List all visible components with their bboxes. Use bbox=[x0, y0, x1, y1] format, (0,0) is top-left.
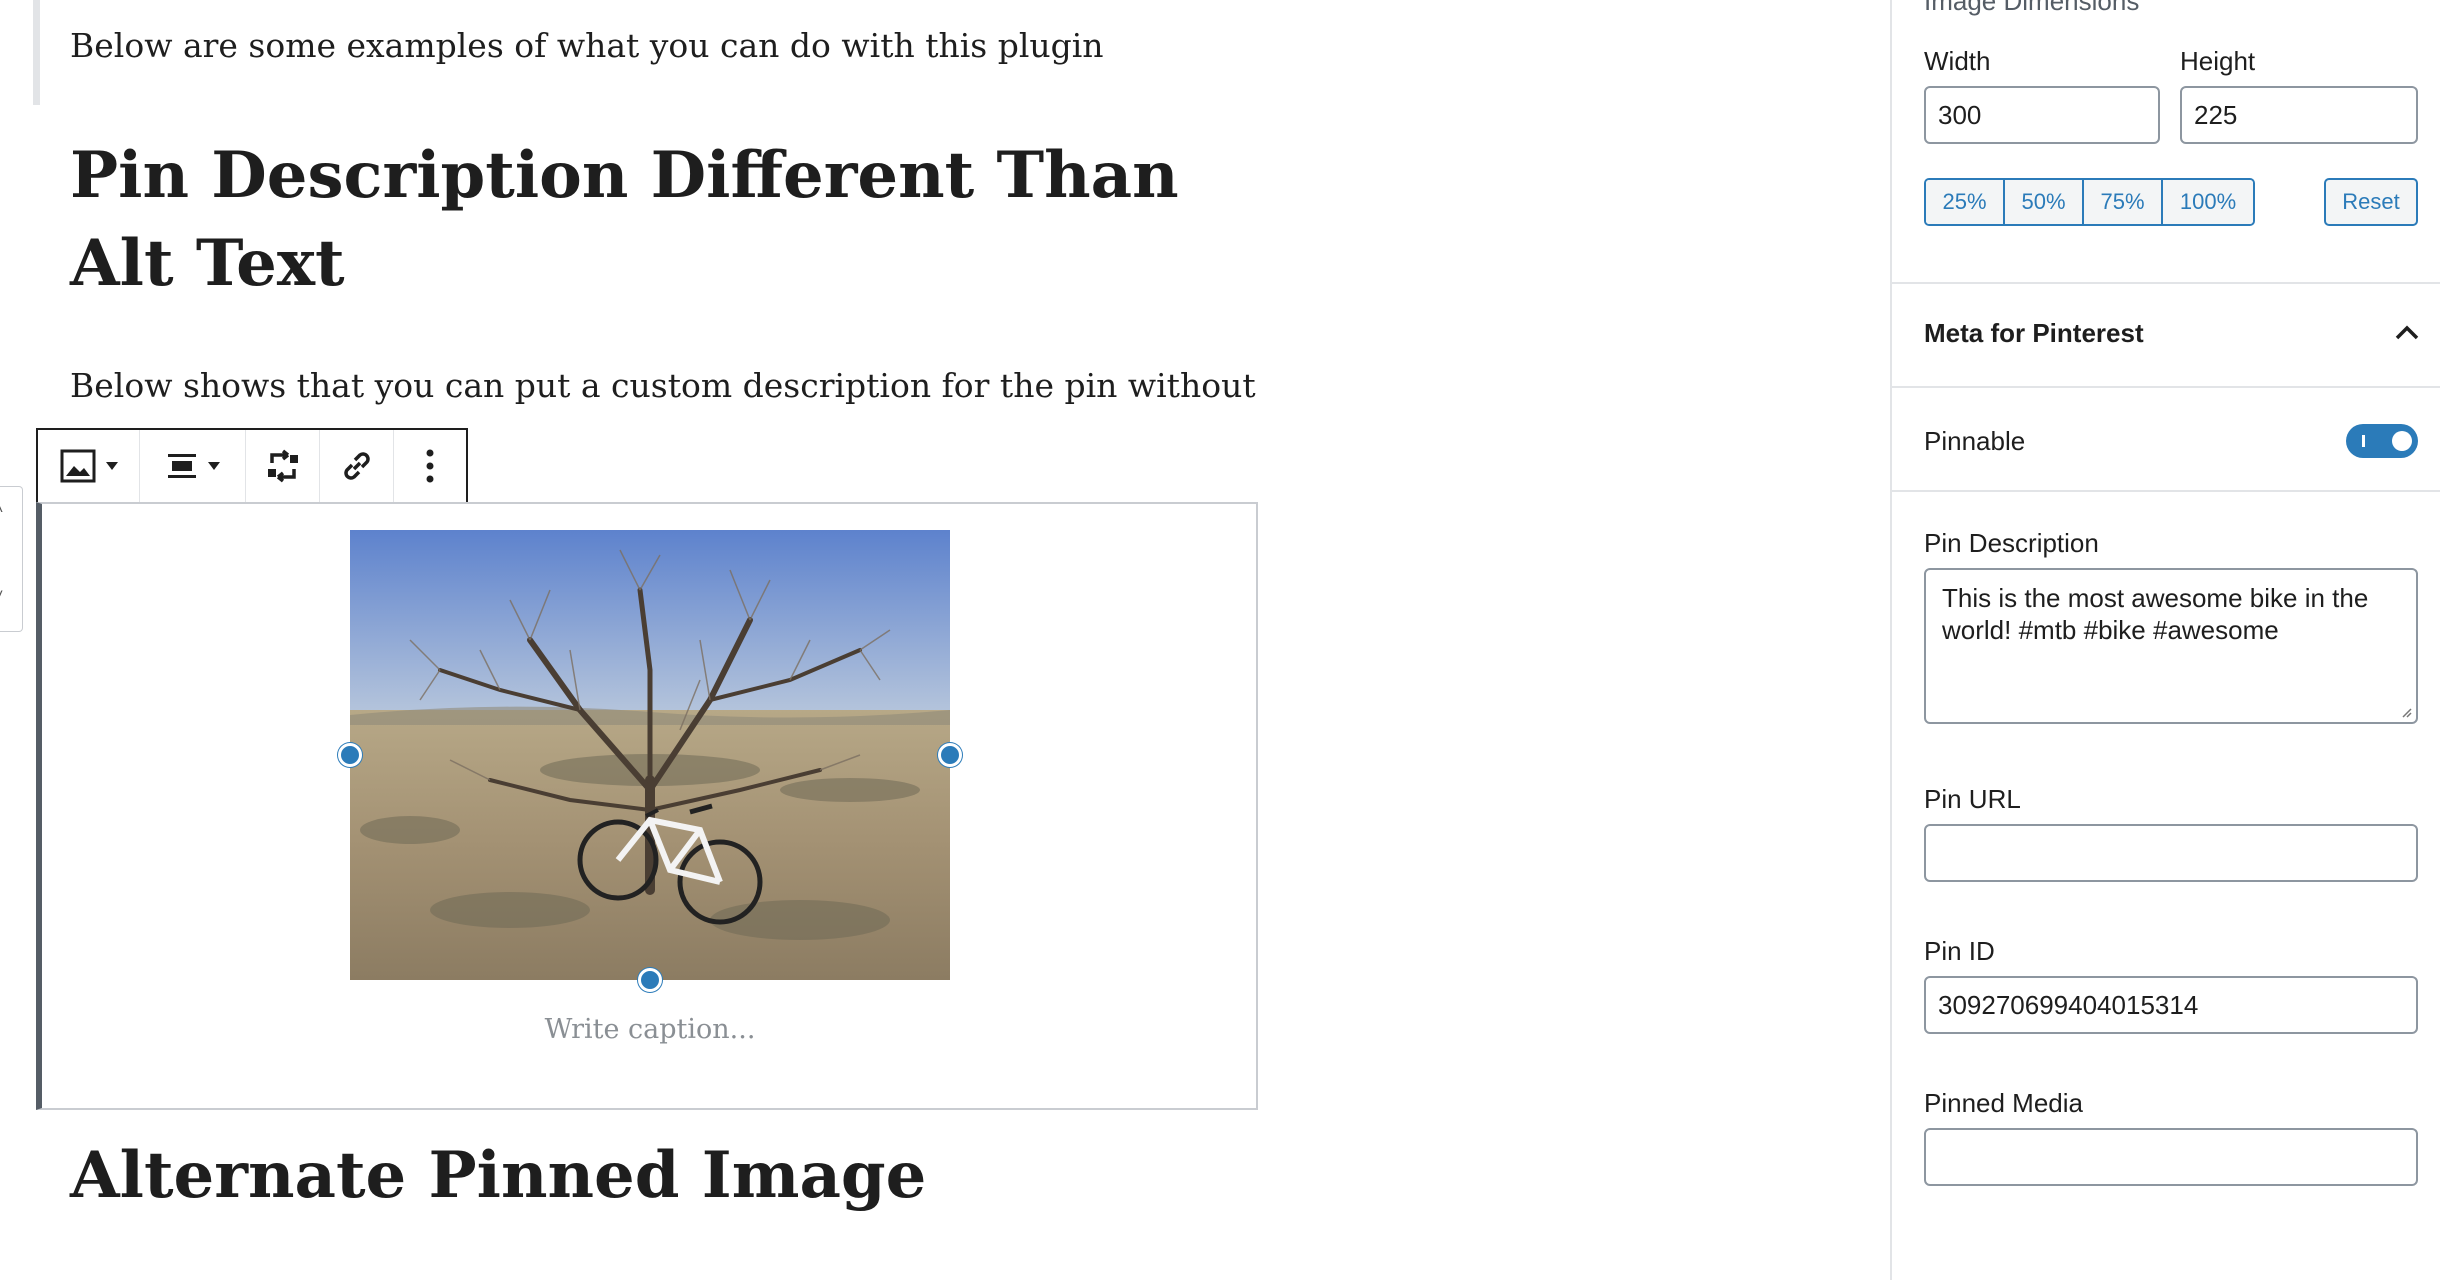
more-options-button[interactable] bbox=[394, 430, 466, 502]
scale-100-button[interactable]: 100% bbox=[2163, 180, 2253, 224]
intro-paragraph[interactable]: Below are some examples of what you can … bbox=[70, 26, 1104, 65]
toggle-knob bbox=[2392, 431, 2412, 451]
heading-alternate-pinned-image[interactable]: Alternate Pinned Image bbox=[70, 1138, 926, 1213]
scale-button-group: 25% 50% 75% 100% bbox=[1924, 178, 2255, 226]
caption-input[interactable]: Write caption... bbox=[350, 1014, 950, 1045]
replace-button[interactable] bbox=[246, 430, 320, 502]
chevron-down-icon bbox=[105, 462, 118, 470]
resize-handle-bottom[interactable] bbox=[638, 968, 662, 992]
more-options-icon bbox=[426, 449, 434, 483]
photo-illustration bbox=[350, 530, 950, 980]
description-paragraph[interactable]: Below shows that you can put a custom de… bbox=[70, 366, 1256, 405]
resize-grip-icon[interactable] bbox=[2400, 706, 2412, 718]
pin-id-label: Pin ID bbox=[1924, 936, 1995, 966]
pin-url-label: Pin URL bbox=[1924, 784, 2021, 814]
pin-description-label: Pin Description bbox=[1924, 528, 2099, 558]
scale-25-button[interactable]: 25% bbox=[1926, 180, 2005, 224]
resize-handle-right[interactable] bbox=[938, 743, 962, 767]
pinnable-toggle[interactable] bbox=[2346, 424, 2418, 458]
move-down-icon[interactable]: ˅ bbox=[0, 587, 3, 605]
pin-description-text: This is the most awesome bike in the wor… bbox=[1942, 583, 2369, 645]
pin-id-input[interactable]: 309270699404015314 bbox=[1924, 976, 2418, 1034]
pin-url-input[interactable] bbox=[1924, 824, 2418, 882]
reset-button[interactable]: Reset bbox=[2324, 178, 2418, 226]
link-icon bbox=[343, 452, 370, 480]
align-button[interactable] bbox=[140, 430, 246, 502]
pinnable-label: Pinnable bbox=[1924, 426, 2026, 456]
panel-divider bbox=[1890, 490, 2440, 492]
align-center-icon bbox=[167, 454, 196, 478]
chevron-up-icon[interactable] bbox=[2392, 318, 2422, 348]
image-icon bbox=[60, 449, 95, 483]
change-block-type-button[interactable] bbox=[38, 430, 140, 502]
resize-handle-left[interactable] bbox=[338, 743, 362, 767]
pinned-media-input[interactable] bbox=[1924, 1128, 2418, 1186]
link-button[interactable] bbox=[320, 430, 394, 502]
pin-description-textarea[interactable]: This is the most awesome bike in the wor… bbox=[1924, 568, 2418, 724]
quote-border bbox=[33, 0, 40, 105]
panel-divider bbox=[1890, 386, 2440, 388]
width-label: Width bbox=[1924, 46, 1991, 76]
heading-pin-description[interactable]: Pin Description Different Than Alt Text bbox=[70, 132, 1270, 308]
scale-75-button[interactable]: 75% bbox=[2084, 180, 2163, 224]
move-up-icon[interactable]: ˄ bbox=[0, 501, 3, 519]
chevron-down-icon bbox=[207, 462, 220, 470]
height-label: Height bbox=[2180, 46, 2256, 76]
panel-divider bbox=[1890, 282, 2440, 284]
width-input[interactable]: 300 bbox=[1924, 86, 2160, 144]
replace-icon bbox=[267, 449, 298, 483]
block-mover[interactable]: ˄ ⁝ ˅ bbox=[0, 486, 23, 632]
bike-tree-photo[interactable] bbox=[350, 530, 950, 980]
pinned-media-label: Pinned Media bbox=[1924, 1088, 2083, 1118]
scale-50-button[interactable]: 50% bbox=[2005, 180, 2084, 224]
image-dimensions-label: Image Dimensions bbox=[1924, 0, 2140, 16]
panel-title-meta-pinterest[interactable]: Meta for Pinterest bbox=[1924, 318, 2144, 349]
editor-canvas: Below are some examples of what you can … bbox=[0, 0, 1890, 1280]
height-input[interactable]: 225 bbox=[2180, 86, 2418, 144]
block-toolbar bbox=[36, 428, 468, 502]
toggle-on-indicator bbox=[2362, 435, 2365, 447]
